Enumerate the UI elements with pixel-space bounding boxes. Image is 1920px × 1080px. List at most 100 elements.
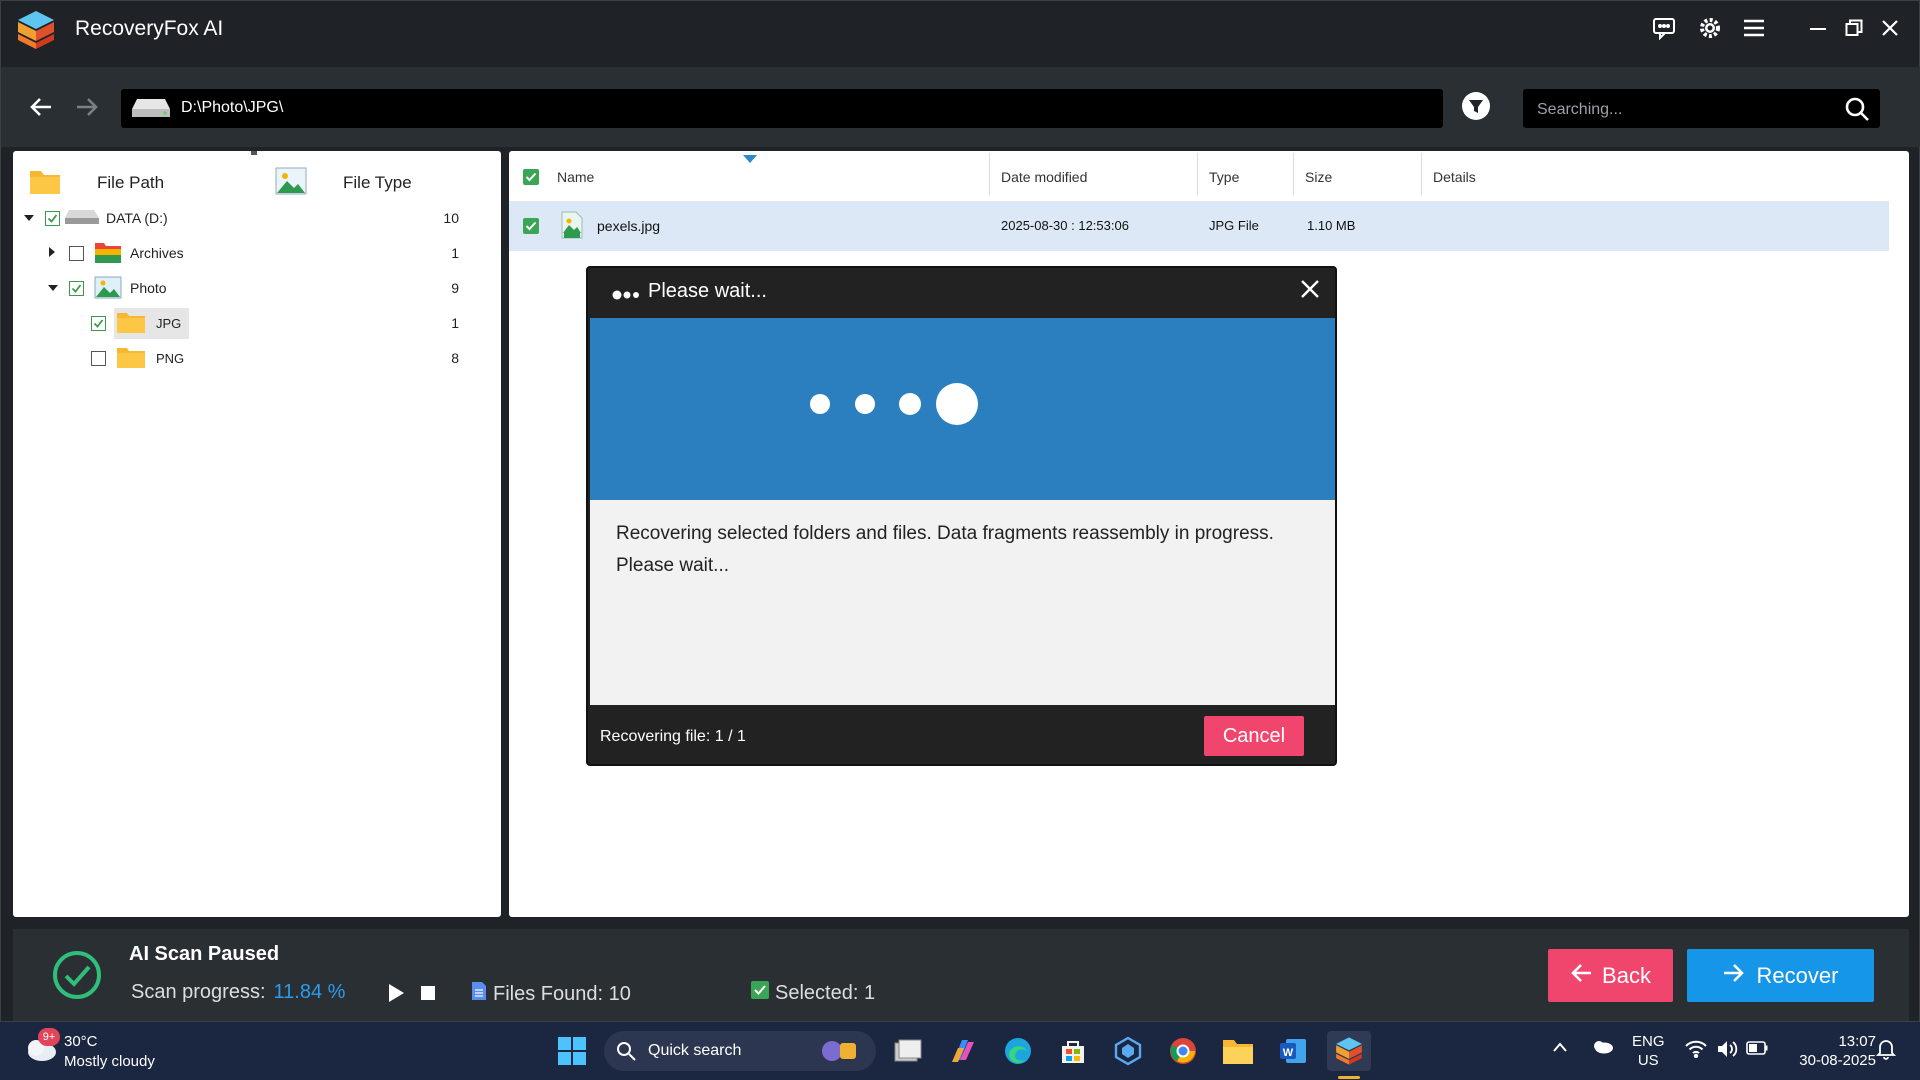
language-code: ENG [1632,1033,1665,1050]
dialog-close-icon[interactable] [1299,278,1321,305]
progress-animation-icon [808,380,988,433]
back-arrow-icon[interactable] [23,89,59,125]
task-view-icon[interactable] [888,1031,928,1071]
jpg-file-icon [561,211,583,244]
column-header-details[interactable]: Details [1433,169,1476,185]
menu-icon[interactable] [1741,15,1767,41]
back-label: Back [1602,962,1651,988]
selected-count: Selected: 1 [751,981,875,1005]
quick-search-bar[interactable]: Quick search [604,1031,876,1071]
battery-icon[interactable] [1746,1041,1768,1060]
search-icon[interactable] [1844,96,1870,127]
file-type: JPG File [1209,218,1259,233]
recover-button[interactable]: Recover [1687,949,1874,1002]
word-icon[interactable]: W [1273,1031,1313,1071]
column-divider [989,153,990,195]
back-button[interactable]: Back [1548,949,1673,1002]
forward-arrow-icon[interactable] [69,89,105,125]
document-icon [471,981,487,1007]
weather-badge: 9+ [38,1028,60,1046]
tree-label: JPG [156,315,182,331]
chrome-icon[interactable] [1163,1031,1203,1071]
arrow-right-icon [1723,963,1745,989]
language-indicator[interactable]: ENG US [1632,1032,1665,1070]
edge-browser-icon[interactable] [998,1031,1038,1071]
selected-folder-highlight: JPG [114,307,190,339]
collapse-arrow-icon[interactable] [23,210,39,226]
tree-count: 1 [451,245,459,261]
tab-file-path[interactable]: File Path [29,163,164,203]
stop-icon[interactable] [420,985,436,1006]
file-explorer-icon[interactable] [1218,1031,1258,1071]
tree-count: 9 [451,280,459,296]
checkbox[interactable] [91,315,106,331]
column-header-name[interactable]: Name [557,169,594,185]
search-icon [616,1041,636,1066]
restore-icon[interactable] [1841,15,1867,41]
windows-taskbar: 9+ 30°C Mostly cloudy Quick search W ENG… [0,1022,1920,1080]
tree-row-png[interactable]: PNG 8 [91,343,491,373]
clock[interactable]: 13:07 30-08-2025 [1784,1032,1876,1070]
windows-start-icon[interactable] [552,1031,592,1071]
checkbox[interactable] [91,350,106,366]
cancel-button[interactable]: Cancel [1204,716,1304,756]
notification-bell-icon[interactable] [1875,1038,1897,1065]
checkbox[interactable] [69,245,84,261]
column-header-date[interactable]: Date modified [1001,169,1087,185]
svg-text:W: W [1283,1047,1294,1059]
feedback-icon[interactable] [1651,15,1677,41]
expand-arrow-icon[interactable] [47,245,63,261]
vpn-app-icon[interactable] [1108,1031,1148,1071]
selected-label: Selected: 1 [775,981,876,1004]
filter-icon[interactable] [1461,91,1491,121]
table-row[interactable]: pexels.jpg 2025-08-30 : 12:53:06 JPG Fil… [509,201,1889,251]
column-header-type[interactable]: Type [1209,169,1239,185]
tree-row-data-drive[interactable]: DATA (D:) 10 [23,203,491,233]
recoveryfox-taskbar-icon[interactable] [1327,1031,1371,1071]
sort-arrow-icon[interactable] [743,151,757,169]
show-hidden-icons-icon[interactable] [1552,1040,1568,1058]
tree-count: 8 [451,350,459,366]
microsoft-store-icon[interactable] [1053,1031,1093,1071]
onedrive-cloud-icon[interactable] [1590,1038,1614,1059]
settings-gear-icon[interactable] [1697,15,1723,41]
app-logo-icon [15,9,57,51]
minimize-icon[interactable] [1805,15,1831,41]
folder-icon [116,310,146,337]
recovery-progress-dialog: Please wait... Recovering selected folde… [586,266,1337,766]
folder-icon [29,167,61,200]
tree-label: PNG [156,350,185,366]
wifi-icon[interactable] [1685,1040,1707,1063]
arrow-left-icon [1570,963,1592,989]
close-window-icon[interactable] [1877,15,1903,41]
row-checkbox[interactable] [523,218,539,239]
tree-row-archives[interactable]: Archives 1 [47,238,491,268]
tree-label: DATA (D:) [106,210,168,226]
play-icon[interactable] [387,983,405,1008]
folder-item: PNG [114,343,192,374]
active-app-indicator [1338,1076,1360,1079]
weather-temperature: 30°C [64,1033,98,1050]
image-icon [275,167,307,200]
dialog-message: Recovering selected folders and files. D… [616,523,1274,576]
collapse-arrow-icon[interactable] [47,280,63,296]
tab-file-path-label: File Path [97,173,165,192]
copilot-icon[interactable] [943,1031,983,1071]
column-divider [1421,153,1422,195]
splitter-marker [251,151,257,155]
search-input[interactable] [1535,89,1839,130]
scan-progress-label: Scan progress: [131,981,266,1003]
checkbox[interactable] [45,210,60,226]
checkbox-checked-icon [751,981,769,1005]
recover-label: Recover [1756,962,1839,988]
column-header-size[interactable]: Size [1305,169,1332,185]
select-all-checkbox[interactable] [523,169,539,190]
volume-icon[interactable] [1716,1039,1738,1064]
tab-file-type[interactable]: File Type [275,163,412,203]
tree-row-photo[interactable]: Photo 9 [47,273,491,303]
weather-description: Mostly cloudy [64,1053,155,1070]
tree-row-jpg[interactable]: JPG 1 [91,307,491,339]
checkbox[interactable] [69,280,84,296]
search-highlight-icon [816,1037,864,1070]
path-bar[interactable]: D:\Photo\JPG\ [121,89,1443,128]
